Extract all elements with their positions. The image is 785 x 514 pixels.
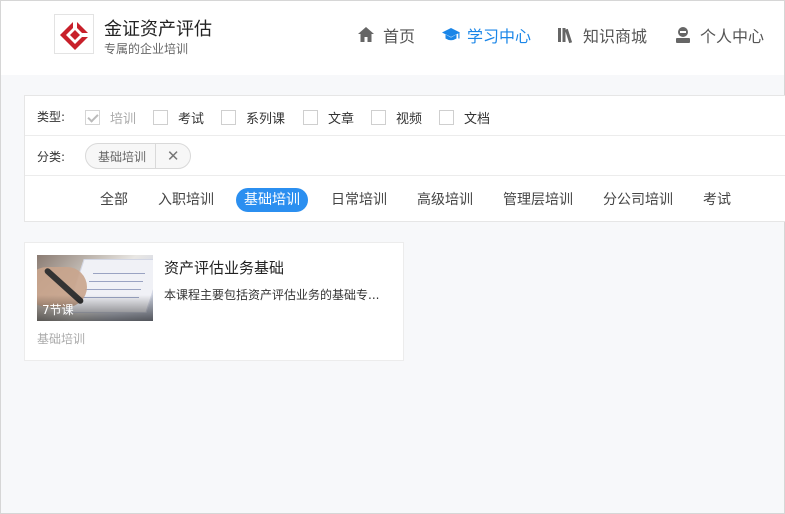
nav-learning-label: 学习中心 bbox=[467, 27, 532, 46]
chip-label: 基础培训 bbox=[98, 149, 147, 164]
close-icon[interactable]: ✕ bbox=[156, 147, 190, 165]
tab-management-training[interactable]: 管理层培训 bbox=[495, 188, 581, 212]
nav-learning-center[interactable]: 学习中心 bbox=[441, 23, 531, 47]
checkbox-label: 培训 bbox=[110, 111, 137, 127]
type-label: 类型: bbox=[37, 110, 66, 124]
nav-profile-label: 个人中心 bbox=[700, 27, 765, 46]
course-title[interactable]: 资产评估业务基础 bbox=[164, 257, 284, 278]
category-label: 分类: bbox=[37, 150, 66, 164]
nav-personal-center[interactable]: 个人中心 bbox=[674, 23, 764, 47]
user-icon bbox=[674, 26, 692, 44]
type-filter-row: 类型: 培训 考试 系列课 文章 视频 文档 bbox=[25, 96, 785, 136]
tab-daily-training[interactable]: 日常培训 bbox=[323, 188, 395, 212]
checkbox-icon bbox=[153, 109, 168, 125]
selected-category-chip: 基础培训 ✕ bbox=[85, 143, 191, 169]
graduation-cap-icon bbox=[441, 26, 460, 44]
type-checkbox-exam[interactable]: 考试 bbox=[153, 108, 205, 127]
type-checkbox-video[interactable]: 视频 bbox=[371, 108, 423, 127]
nav-knowledge-shop[interactable]: 知识商城 bbox=[557, 23, 647, 47]
filter-panel: 类型: 培训 考试 系列课 文章 视频 文档 分类: 基础培训 ✕ 全部 入职培… bbox=[24, 95, 785, 222]
brand-logo[interactable] bbox=[54, 14, 94, 54]
course-description: 本课程主要包括资产评估业务的基础专... bbox=[164, 288, 380, 302]
tab-onboarding[interactable]: 入职培训 bbox=[150, 188, 222, 212]
course-category-tag: 基础培训 bbox=[37, 332, 86, 346]
type-checkbox-article[interactable]: 文章 bbox=[303, 108, 355, 127]
brand-subtitle: 专属的企业培训 bbox=[104, 42, 189, 56]
type-checkbox-series[interactable]: 系列课 bbox=[221, 108, 286, 127]
tab-branch-training[interactable]: 分公司培训 bbox=[595, 188, 681, 212]
category-tabs: 全部 入职培训 基础培训 日常培训 高级培训 管理层培训 分公司培训 考试 bbox=[25, 176, 785, 222]
checkbox-icon bbox=[371, 109, 386, 125]
nav-home-label: 首页 bbox=[383, 27, 416, 46]
nav-home[interactable]: 首页 bbox=[357, 23, 415, 47]
tab-all[interactable]: 全部 bbox=[92, 188, 136, 212]
brand-title: 金证资产评估 bbox=[104, 19, 212, 40]
tab-advanced-training[interactable]: 高级培训 bbox=[409, 188, 481, 212]
lesson-count: 7节课 bbox=[42, 303, 74, 317]
type-checkbox-document[interactable]: 文档 bbox=[439, 108, 491, 127]
checkbox-icon bbox=[85, 109, 100, 125]
top-header: 金证资产评估 专属的企业培训 首页 学习中心 知识商城 个人中心 bbox=[1, 1, 784, 75]
checkbox-label: 文档 bbox=[464, 111, 491, 127]
checkbox-icon bbox=[439, 109, 454, 125]
course-card[interactable]: 7节课 资产评估业务基础 本课程主要包括资产评估业务的基础专... 基础培训 bbox=[24, 242, 404, 361]
checkbox-label: 视频 bbox=[396, 111, 423, 127]
category-filter-row: 分类: 基础培训 ✕ bbox=[25, 136, 785, 176]
thumbnail-line bbox=[93, 273, 145, 274]
home-icon bbox=[357, 26, 375, 44]
type-checkbox-training[interactable]: 培训 bbox=[85, 108, 137, 127]
checkbox-label: 考试 bbox=[178, 111, 205, 127]
nav-shop-label: 知识商城 bbox=[583, 27, 648, 46]
tab-exam[interactable]: 考试 bbox=[695, 188, 739, 212]
books-icon bbox=[557, 26, 575, 44]
checkbox-label: 文章 bbox=[328, 111, 355, 127]
thumbnail-line bbox=[89, 281, 143, 282]
checkbox-icon bbox=[221, 109, 236, 125]
course-thumbnail[interactable]: 7节课 bbox=[37, 255, 153, 321]
thumbnail-line bbox=[85, 289, 141, 290]
logo-icon bbox=[60, 19, 91, 50]
checkbox-label: 系列课 bbox=[246, 111, 286, 127]
checkbox-icon bbox=[303, 109, 318, 125]
tab-basic-training[interactable]: 基础培训 bbox=[236, 188, 308, 212]
